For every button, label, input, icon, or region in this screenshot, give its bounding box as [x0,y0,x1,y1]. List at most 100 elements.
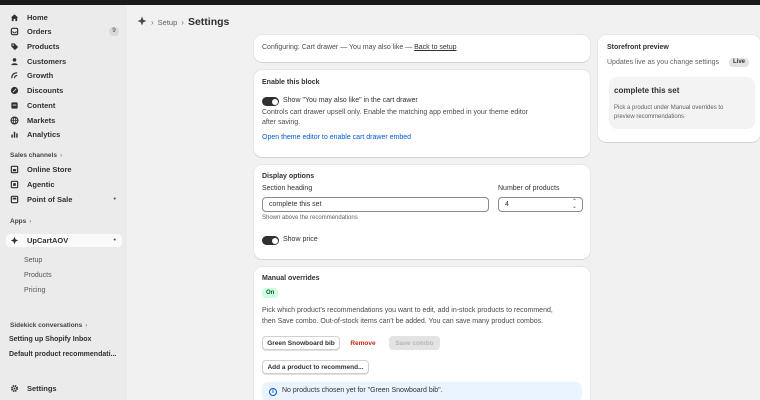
card-title: Display options [262,173,315,180]
section-heading-label: Section heading [262,185,313,192]
chart-icon [9,130,19,139]
apps-heading[interactable]: Apps › [10,218,31,225]
number-of-products-select[interactable]: 4 ⌃ ⌄ [498,197,583,212]
toggle-label: Show "You may also like" in the cart dra… [283,97,418,104]
sidekick-heading[interactable]: Sidekick conversations › [10,322,87,329]
card-title: Enable this block [262,79,320,86]
app-icon [9,236,19,245]
nav-item-customers[interactable]: Customers [6,55,122,68]
enable-description: Controls cart drawer upsell only. Enable… [262,109,529,116]
conversation-item[interactable]: Setting up Shopify Inbox [9,336,91,343]
overrides-description-2: then Save combo. Out-of-stock items can'… [262,318,544,325]
nav-item-point-of-sale[interactable]: Point of Sale • [6,193,122,206]
show-price-label: Show price [283,236,318,243]
globe-icon [9,116,19,125]
section-label: Sales channels [10,152,57,159]
status-dot-icon: • [113,196,116,203]
info-banner: i No products chosen yet for "Green Snow… [262,382,582,400]
nav-label: Home [27,13,48,22]
nav-label: Markets [27,116,56,125]
nav-label: UpCartAOV [27,236,69,245]
agentic-icon [9,180,19,189]
section-label: Apps [10,218,27,225]
main-content: › Setup › Settings Configuring: Cart dra… [127,5,760,400]
nav-item-content[interactable]: Content [6,99,122,112]
section-heading-input[interactable]: complete this set [262,197,489,212]
orders-count-badge: 9 [109,27,119,36]
nav-item-markets[interactable]: Markets [6,114,122,127]
add-product-button[interactable]: Add a product to recommend... [262,360,369,374]
chevron-right-icon: › [85,322,88,329]
nav-item-products[interactable]: Products [6,40,122,53]
breadcrumb-setup-link[interactable]: Setup [158,18,178,27]
sales-channels-heading[interactable]: Sales channels › [10,152,62,159]
nav-label: Online Store [27,165,72,174]
preview-subtitle: Updates live as you change settings [607,59,720,66]
show-block-toggle[interactable] [262,97,279,106]
overrides-description: Pick which product's recommendations you… [262,307,553,314]
nav-label: Products [27,42,60,51]
nav-label: Discounts [27,86,64,95]
nav-label: Point of Sale [27,195,73,204]
nav-label: Settings [27,384,57,393]
open-theme-editor-link[interactable]: Open theme editor to enable cart drawer … [262,134,411,141]
section-label: Sidekick conversations [10,322,83,329]
card-title: Manual overrides [262,275,320,282]
chevron-right-icon: › [59,152,63,159]
pos-icon [9,195,19,204]
nav-label: Analytics [27,130,61,139]
nav-label: Content [27,101,56,110]
nav-item-online-store[interactable]: Online Store [6,163,122,176]
enable-block-card: Enable this block Show "You may also lik… [254,70,590,157]
nav-item-discounts[interactable]: Discounts [6,84,122,97]
preview-heading: complete this set [614,86,680,95]
nav-item-home[interactable]: Home [6,11,122,24]
manual-overrides-card: Manual overrides On Pick which product's… [254,267,590,400]
orders-icon [9,27,19,36]
discount-icon [9,86,19,95]
show-price-toggle[interactable] [262,236,279,245]
tag-icon [9,42,19,51]
enable-description-2: after saving. [262,119,301,126]
gear-icon [9,384,19,393]
config-text: Configuring: Cart drawer — You may also … [262,44,457,51]
chevron-right-icon: › [29,218,32,225]
nav-item-orders[interactable]: Orders 9 [6,25,122,38]
nav-subitem-pricing[interactable]: Pricing [24,287,45,294]
save-combo-button[interactable]: Save combo [389,336,440,350]
status-badge: On [262,288,279,298]
chevron-right-icon: › [151,17,154,27]
number-of-products-label: Number of products [498,185,560,192]
nav-item-upcartaov[interactable]: UpCartAOV • [6,234,122,247]
app-icon [137,16,147,28]
card-title: Storefront preview [607,44,669,51]
growth-icon [9,71,19,80]
preview-hint: Pick a product under Manual overrides to [614,105,724,111]
person-icon [9,57,19,66]
nav-label: Customers [27,57,67,66]
nav-item-agentic[interactable]: Agentic [6,178,122,191]
nav-subitem-products[interactable]: Products [24,272,52,279]
display-options-card: Display options Section heading complete… [254,165,590,259]
status-dot-icon: • [113,237,116,244]
preview-panel: complete this set Pick a product under M… [609,77,755,129]
content-icon [9,101,19,110]
sidebar: Home Orders 9 Products Customers Growth … [0,5,127,400]
selected-product-button[interactable]: Green Snowboard bib [262,336,340,350]
remove-button[interactable]: Remove [347,336,379,350]
number-of-products-value: 4 [505,201,509,208]
nav-item-growth[interactable]: Growth [6,69,122,82]
page-title: Settings [187,16,230,28]
store-icon [9,165,19,174]
nav-label: Agentic [27,180,55,189]
chevron-right-icon: › [181,17,184,27]
nav-item-analytics[interactable]: Analytics [6,128,122,141]
info-icon: i [269,388,277,396]
nav-label: Growth [27,71,54,80]
nav-subitem-setup[interactable]: Setup [24,257,42,264]
nav-item-settings[interactable]: Settings [6,382,122,395]
banner-text: No products chosen yet for "Green Snowbo… [282,387,443,394]
conversation-item[interactable]: Default product recommendati... [9,351,116,358]
config-card: Configuring: Cart drawer — You may also … [254,35,590,62]
back-to-setup-link[interactable]: Back to setup [414,44,456,51]
